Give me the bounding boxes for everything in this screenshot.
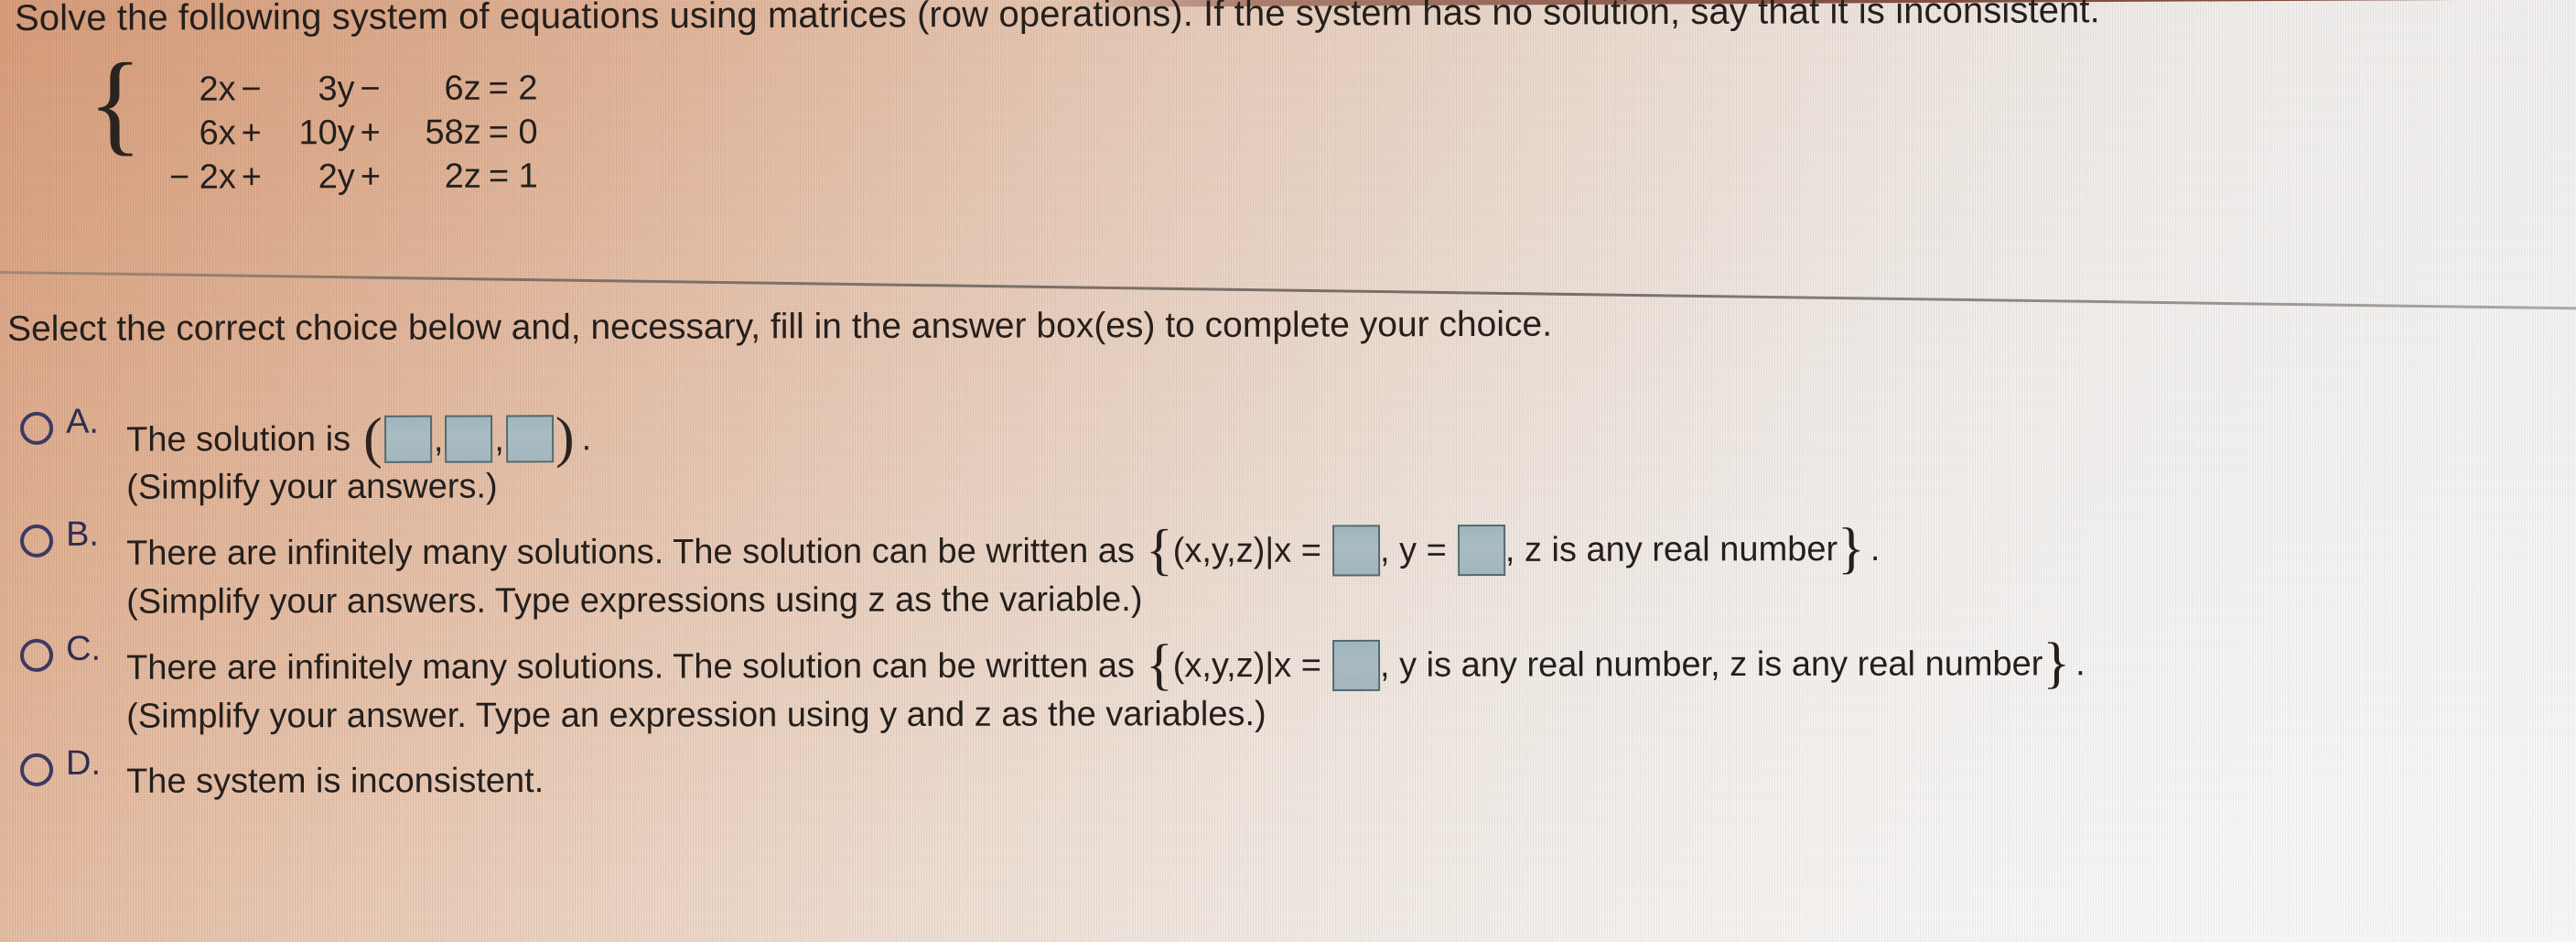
trailing-period: . <box>1870 529 1881 568</box>
equation-row: 2x − 3y − 6z = 2 <box>152 68 538 110</box>
system-brace: { <box>87 39 143 166</box>
radio-button-d[interactable] <box>20 753 54 786</box>
answer-box-a-z[interactable] <box>505 415 554 463</box>
choice-c-lead-text: There are infinitely many solutions. The… <box>126 645 1136 688</box>
trailing-period: . <box>581 418 592 458</box>
answer-choice-b[interactable]: B. There are infinitely many solutions. … <box>0 509 2576 623</box>
equation-list: 2x − 3y − 6z = 2 6x + 10y + 58z = 0 − 2x… <box>152 68 538 198</box>
equation-right-side: = 2 <box>488 69 538 108</box>
equation-right-side: = 1 <box>488 157 538 196</box>
choice-d-lead-text: The system is inconsistent. <box>126 761 544 801</box>
equation-x-term: − 2x <box>168 157 236 197</box>
equation-y-term: 10y <box>298 113 355 153</box>
equation-operator-2: − <box>360 69 381 109</box>
comma-separator: , <box>433 420 444 460</box>
close-paren: ) <box>555 406 575 470</box>
set-close-brace: } <box>1838 517 1865 580</box>
choice-c-statement: There are infinitely many solutions. The… <box>126 632 2086 697</box>
set-open-brace: { <box>1145 633 1173 697</box>
equation-operator-1: − <box>241 70 262 109</box>
set-open-brace: { <box>1145 519 1173 582</box>
choice-b-body: There are infinitely many solutions. The… <box>126 511 1881 623</box>
answer-box-a-x[interactable] <box>383 415 432 463</box>
radio-button-b[interactable] <box>20 524 54 558</box>
answer-choice-a[interactable]: A. The solution is ( , , ) . (Simplify y… <box>0 395 2576 508</box>
choice-b-note: (Simplify your answers. Type expressions… <box>126 579 1143 622</box>
radio-button-a[interactable] <box>20 411 54 445</box>
choice-letter-b: B. <box>65 514 100 554</box>
choice-b-mid-text: , y = <box>1379 530 1447 569</box>
answer-box-c-x[interactable] <box>1331 639 1381 691</box>
choice-letter-a: A. <box>65 402 100 441</box>
instruction-text: Select the correct choice below and, nec… <box>7 304 1553 349</box>
choice-b-lead-text: There are infinitely many solutions. The… <box>126 531 1136 573</box>
answer-box-b-y[interactable] <box>1457 524 1505 577</box>
answer-choice-list: A. The solution is ( , , ) . (Simplify y… <box>0 403 2576 814</box>
choice-letter-d: D. <box>65 743 102 783</box>
equation-x-term: 6x <box>199 114 236 153</box>
equation-z-term: 58z <box>425 113 481 152</box>
choice-c-note: (Simplify your answer. Type an expressio… <box>126 695 1266 736</box>
answer-box-a-y[interactable] <box>445 415 493 463</box>
choice-a-note: (Simplify your answers.) <box>126 467 498 507</box>
answer-choice-c[interactable]: C. There are infinitely many solutions. … <box>0 624 2576 737</box>
system-of-equations: { 2x − 3y − 6z = 2 6x + 10y + 58z = 0 − … <box>88 40 538 198</box>
choice-c-set-prefix: (x,y,z)|x = <box>1172 645 1322 685</box>
equation-operator-2: + <box>360 157 382 196</box>
radio-button-c[interactable] <box>20 638 54 672</box>
choice-d-statement: The system is inconsistent. <box>126 756 544 807</box>
equation-row: − 2x + 2y + 2z = 1 <box>152 156 538 198</box>
set-close-brace: } <box>2042 632 2071 695</box>
equation-operator-1: + <box>241 157 263 197</box>
choice-d-body: The system is inconsistent. <box>126 743 544 807</box>
choice-b-statement: There are infinitely many solutions. The… <box>126 517 1881 582</box>
equation-z-term: 6z <box>444 69 481 108</box>
trailing-period: . <box>2075 644 2086 683</box>
equation-row: 6x + 10y + 58z = 0 <box>152 112 538 154</box>
choice-c-tail-text: , y is any real number, z is any real nu… <box>1379 644 2043 685</box>
equation-operator-1: + <box>241 114 262 153</box>
equation-y-term: 2y <box>318 157 355 196</box>
choice-b-set-prefix: (x,y,z)|x = <box>1172 530 1322 570</box>
open-paren: ( <box>363 407 383 471</box>
equation-operator-2: + <box>360 113 381 152</box>
answer-box-b-x[interactable] <box>1331 525 1381 577</box>
section-divider <box>0 271 2576 310</box>
choice-b-tail-text: , z is any real number <box>1504 529 1838 569</box>
question-prompt: Solve the following system of equations … <box>15 0 2100 38</box>
comma-separator: , <box>494 420 504 460</box>
choice-a-lead-text: The solution is <box>126 419 351 460</box>
choice-a-body: The solution is ( , , ) . (Simplify your… <box>126 401 591 507</box>
answer-choice-d[interactable]: D. The system is inconsistent. <box>0 740 2576 807</box>
equation-x-term: 2x <box>199 70 236 109</box>
question-screen: Solve the following system of equations … <box>0 0 2576 942</box>
choice-a-statement: The solution is ( , , ) . <box>126 406 592 471</box>
choice-letter-c: C. <box>65 629 102 668</box>
equation-y-term: 3y <box>318 70 355 109</box>
equation-z-term: 2z <box>444 157 481 196</box>
equation-right-side: = 0 <box>488 113 538 152</box>
choice-c-body: There are infinitely many solutions. The… <box>126 625 2086 736</box>
